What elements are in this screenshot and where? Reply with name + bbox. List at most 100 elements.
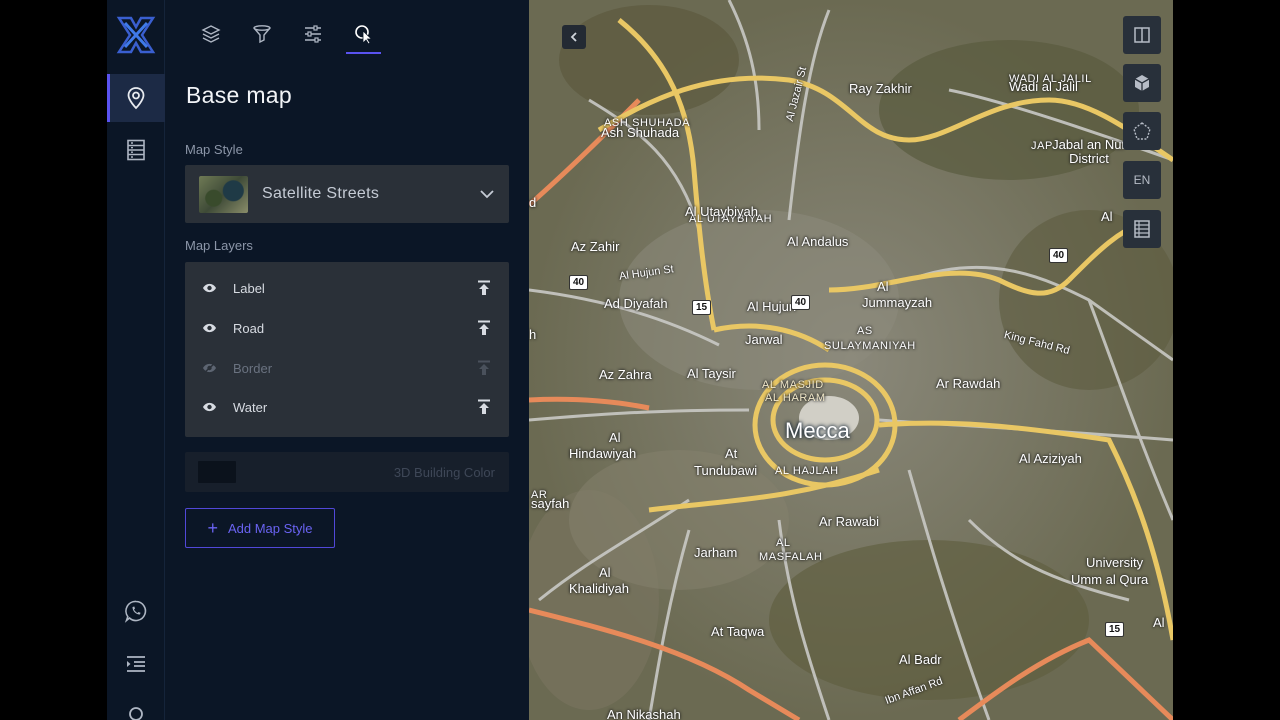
layer-name: Water <box>233 399 268 415</box>
map-label: AL <box>776 537 791 549</box>
satellite-map-imagery <box>529 0 1173 720</box>
layer-row-label: Label <box>185 269 509 307</box>
legend-button[interactable] <box>1123 210 1161 248</box>
map-label: Al Hujun <box>747 299 797 314</box>
menu-indent-icon <box>127 656 145 672</box>
map-label: Ar Rawabi <box>819 514 879 529</box>
rail-item-data[interactable] <box>107 126 165 174</box>
tab-layers[interactable] <box>185 14 236 54</box>
city-label: Mecca <box>785 418 850 443</box>
map-label: Ar Rawdah <box>936 376 1001 391</box>
filter-icon <box>252 25 271 44</box>
move-to-top-icon[interactable] <box>477 399 491 415</box>
map-canvas[interactable]: Ray Zakhir WADI AL JALIL Wadi al Jalil J… <box>529 0 1173 720</box>
layer-name: Road <box>233 320 265 336</box>
map-label: sayfah <box>531 496 570 511</box>
map-label: Ray Zakhir <box>849 81 912 96</box>
map-label: Al <box>877 279 889 294</box>
tab-settings[interactable] <box>287 14 338 54</box>
route-shield: 40 <box>1049 248 1069 263</box>
map-label: Ash Shuhada <box>601 125 680 140</box>
map-label: d <box>529 195 537 210</box>
rail-item-whatsapp[interactable] <box>107 587 165 635</box>
app-logo-icon[interactable] <box>116 15 156 55</box>
map-label: Khalidiyah <box>569 581 629 596</box>
eye-off-icon[interactable] <box>202 362 217 374</box>
language-button[interactable]: EN <box>1123 161 1161 199</box>
rail-item-user[interactable] <box>107 690 165 720</box>
route-shield: 40 <box>569 275 589 290</box>
map-style-label: Map Style <box>185 142 243 157</box>
chevron-left-icon <box>570 32 577 42</box>
map-label: Hindawiyah <box>569 446 637 461</box>
move-to-top-icon[interactable] <box>477 360 491 376</box>
selected-style-name: Satellite Streets <box>262 185 380 202</box>
plus-icon: + <box>207 518 218 538</box>
base-map-panel: Base map Map Style Satellite Streets Map… <box>165 0 529 720</box>
move-to-top-icon[interactable] <box>477 280 491 296</box>
tab-interaction[interactable] <box>338 14 389 54</box>
interaction-icon <box>354 25 373 44</box>
tab-filter[interactable] <box>236 14 287 54</box>
whatsapp-icon <box>124 600 147 623</box>
map-label: AS <box>857 325 873 337</box>
map-label: Al <box>1101 209 1113 224</box>
polygon-icon <box>1133 122 1151 140</box>
map-label: Ad Diyafah <box>604 296 668 311</box>
eye-icon[interactable] <box>202 322 217 334</box>
map-label: At <box>725 446 738 461</box>
building-color-row[interactable]: 3D Building Color <box>185 452 509 492</box>
map-label: Az Zahra <box>599 367 652 382</box>
map-label: University <box>1086 555 1144 570</box>
layer-name: Label <box>233 280 265 296</box>
page-title: Base map <box>186 82 292 108</box>
map-label: Al Badr <box>899 652 942 667</box>
map-label: AL HARAM <box>765 392 826 404</box>
map-label: Jarham <box>694 545 738 560</box>
move-to-top-icon[interactable] <box>477 320 491 336</box>
map-label: An Nikashah <box>607 707 681 720</box>
split-view-button[interactable] <box>1123 16 1161 54</box>
map-label: AL MASJID <box>762 379 824 391</box>
map-pin-icon <box>127 87 145 110</box>
route-shield: 15 <box>1105 622 1125 637</box>
map-label: Al Aziziyah <box>1019 451 1082 466</box>
layer-name: Border <box>233 360 273 376</box>
3d-view-button[interactable] <box>1123 64 1161 102</box>
map-label: Tundubawi <box>694 463 758 478</box>
map-layers-label: Map Layers <box>185 238 253 253</box>
map-label: Al Taysir <box>687 366 736 381</box>
app-window: Base map Map Style Satellite Streets Map… <box>107 0 1173 720</box>
draw-polygon-button[interactable] <box>1123 112 1161 150</box>
map-label: Jummayzah <box>862 295 933 310</box>
route-shield: 15 <box>692 300 712 315</box>
cube-icon <box>1134 75 1150 91</box>
map-label: Al Utaybiyah <box>685 204 758 219</box>
building-color-label: 3D Building Color <box>393 465 495 480</box>
map-style-dropdown[interactable]: Satellite Streets <box>185 165 509 223</box>
map-label: SULAYMANIYAH <box>824 340 916 352</box>
style-thumbnail <box>199 175 248 213</box>
map-layers-list: Label Road Border Water <box>185 262 509 437</box>
map-label: Jarwal <box>745 332 783 347</box>
route-shield: 40 <box>791 295 811 310</box>
layer-row-border: Border <box>185 349 509 387</box>
rail-item-menu[interactable] <box>107 640 165 688</box>
collapse-panel-button[interactable] <box>562 25 586 49</box>
layer-row-water: Water <box>185 388 509 426</box>
rail-item-map[interactable] <box>107 74 165 122</box>
map-label: Wadi al Jalil <box>1009 79 1078 94</box>
sliders-icon <box>304 25 321 43</box>
map-label: Az Zahir <box>571 239 620 254</box>
map-label: Al <box>609 430 621 445</box>
building-color-swatch[interactable] <box>198 461 236 483</box>
eye-icon[interactable] <box>202 282 217 294</box>
language-label: EN <box>1133 173 1151 187</box>
eye-icon[interactable] <box>202 401 217 413</box>
add-map-style-button[interactable]: + Add Map Style <box>185 508 335 548</box>
map-label: Umm al Qura <box>1071 572 1149 587</box>
chevron-down-icon <box>480 190 494 199</box>
legend-icon <box>1134 220 1150 238</box>
map-label: At Taqwa <box>711 624 765 639</box>
map-label: Al Andalus <box>787 234 849 249</box>
